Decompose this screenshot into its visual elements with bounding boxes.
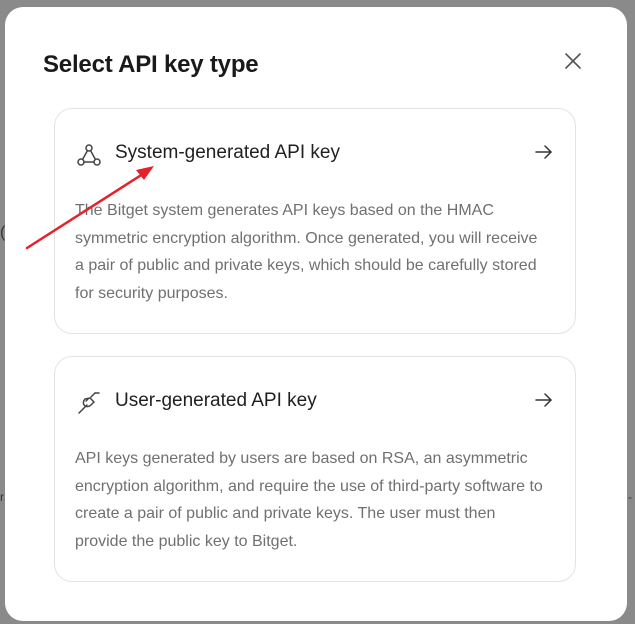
background-text-fragment: - — [628, 490, 632, 504]
card-title: System-generated API key — [115, 142, 340, 163]
api-key-type-modal: Select API key type System-generated API… — [5, 7, 627, 621]
card-title: User-generated API key — [115, 390, 317, 411]
background-text-fragment: r — [0, 490, 4, 504]
card-description: The Bitget system generates API keys bas… — [75, 202, 538, 302]
arrow-right-icon — [533, 389, 555, 411]
arrow-right-icon — [533, 141, 555, 163]
plug-link-icon — [75, 389, 103, 417]
system-generated-key-option[interactable]: System-generated API key The Bitget syst… — [54, 108, 576, 334]
modal-title: Select API key type — [43, 51, 259, 78]
user-generated-key-option[interactable]: User-generated API key API keys generate… — [54, 356, 576, 582]
close-icon — [565, 53, 581, 69]
close-button[interactable] — [562, 50, 584, 72]
card-description: API keys generated by users are based on… — [75, 450, 543, 550]
webhook-icon — [75, 141, 103, 169]
